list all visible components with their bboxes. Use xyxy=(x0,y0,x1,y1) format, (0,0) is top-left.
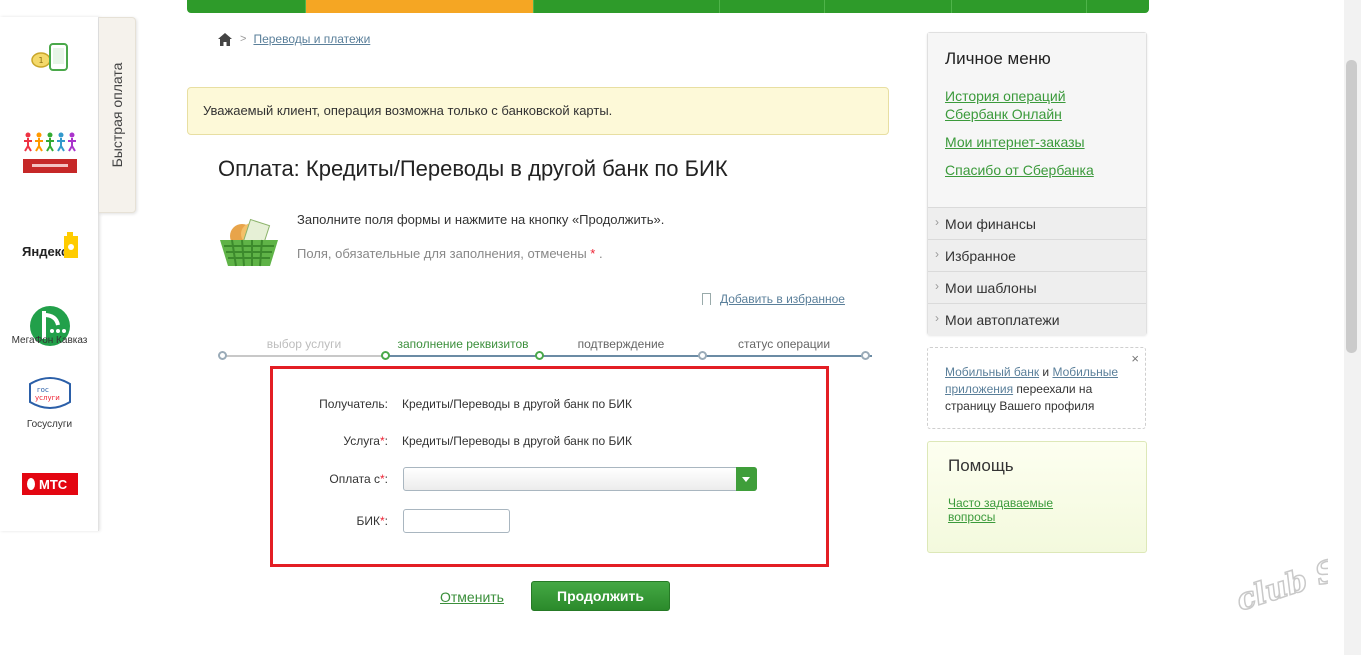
top-navigation-bar xyxy=(187,0,1149,13)
continue-button[interactable]: Продолжить xyxy=(531,581,670,611)
required-hint-text: Поля, обязательные для заполнения, отмеч… xyxy=(297,246,587,261)
step-label-2: заполнение реквизитов xyxy=(397,337,529,351)
step-line-2 xyxy=(385,355,872,357)
spasibo-link[interactable]: Спасибо от Сбербанка xyxy=(945,161,1094,179)
yandex-logo-icon: Яндекс xyxy=(22,232,78,259)
bik-label-colon: : xyxy=(384,514,388,528)
watermark-text: club Sovet xyxy=(1232,552,1328,616)
gosuslugi-logo-text-bottom: услуги xyxy=(35,394,60,402)
quick-pay-tab-label: Быстрая оплата xyxy=(109,62,125,168)
pay-from-select[interactable] xyxy=(403,467,757,491)
bookmark-icon xyxy=(702,293,711,305)
phone-payment-icon: 1 xyxy=(30,43,68,71)
internet-orders-link[interactable]: Мои интернет-заказы xyxy=(945,133,1085,151)
form-instruction: Заполните поля формы и нажмите на кнопку… xyxy=(297,212,665,227)
gosuslugi-logo-icon: гос услуги xyxy=(28,377,71,409)
watermark-logo: club Sovet xyxy=(1231,552,1328,616)
gosuslugi-item[interactable]: гос услуги xyxy=(0,374,99,414)
breadcrumb: > Переводы и платежи xyxy=(218,32,370,46)
podari-zhizn-item[interactable] xyxy=(0,129,99,179)
service-label-colon: : xyxy=(384,434,388,448)
mobile-bank-moved-note: × Мобильный банк и Мобильные приложения … xyxy=(927,347,1146,429)
svg-text:1: 1 xyxy=(38,56,43,65)
history-link[interactable]: История операций Сбербанк Онлайн xyxy=(945,87,1115,123)
help-title: Помощь xyxy=(948,456,1014,475)
nav-tab-7[interactable] xyxy=(1087,0,1149,13)
nav-tab-active[interactable] xyxy=(306,0,534,13)
nav-tab-5[interactable] xyxy=(825,0,952,13)
step-label-4: статус операции xyxy=(737,337,831,351)
menu-section-finances[interactable]: Мои финансы xyxy=(928,207,1146,239)
pay-from-label-colon: : xyxy=(384,472,388,486)
chevron-down-icon[interactable] xyxy=(736,467,757,491)
card-only-notice: Уважаемый клиент, операция возможна толь… xyxy=(187,87,889,135)
step-label-3: подтверждение xyxy=(577,337,665,351)
pay-from-label: Оплата с*: xyxy=(329,472,388,486)
breadcrumb-separator-icon: > xyxy=(240,33,247,45)
close-icon[interactable]: × xyxy=(1131,350,1139,367)
add-to-favorites[interactable]: Добавить в избранное xyxy=(702,292,845,306)
page-title: Оплата: Кредиты/Переводы в другой банк п… xyxy=(218,156,728,181)
yandex-item[interactable]: Яндекс xyxy=(0,230,99,266)
breadcrumb-link-payments[interactable]: Переводы и платежи xyxy=(253,32,370,46)
pay-from-label-text: Оплата с xyxy=(329,472,380,486)
step-line-1 xyxy=(223,355,385,357)
yandex-logo-text: Яндекс xyxy=(22,244,68,259)
gosuslugi-logo-text-top: гос xyxy=(37,386,49,394)
step-dot-3 xyxy=(698,351,707,360)
phone-payment-item[interactable]: 1 xyxy=(0,42,99,76)
megafon-label: МегаФон Кавказ xyxy=(11,335,88,346)
add-to-favorites-link[interactable]: Добавить в избранное xyxy=(720,292,845,306)
required-mark: * xyxy=(590,246,596,261)
scrollbar-thumb[interactable] xyxy=(1346,60,1357,353)
bik-label-text: БИК xyxy=(356,514,380,528)
required-fields-hint: Поля, обязательные для заполнения, отмеч… xyxy=(297,246,603,261)
mobile-bank-link[interactable]: Мобильный банк xyxy=(945,365,1039,379)
service-label: Услуга*: xyxy=(343,434,388,448)
basket-icon xyxy=(220,218,278,267)
recipient-label: Получатель: xyxy=(319,397,388,411)
nav-tab-6[interactable] xyxy=(952,0,1087,13)
bik-input[interactable] xyxy=(403,509,510,533)
note-and-text: и xyxy=(1039,365,1053,379)
service-value: Кредиты/Переводы в другой банк по БИК xyxy=(402,434,633,448)
help-panel: Помощь Часто задаваемые вопросы xyxy=(927,441,1147,553)
nav-tab-4[interactable] xyxy=(720,0,825,13)
progress-steps: выбор услуги заполнение реквизитов подтв… xyxy=(218,330,872,370)
step-dot-2 xyxy=(535,351,544,360)
personal-menu-title: Личное меню xyxy=(945,49,1051,68)
mts-logo-icon: МТС xyxy=(21,473,78,495)
required-hint-end: . xyxy=(598,246,603,261)
mts-logo-text: МТС xyxy=(39,477,68,492)
nav-tab-3[interactable] xyxy=(534,0,720,13)
menu-section-favorites[interactable]: Избранное xyxy=(928,239,1146,271)
step-dot-start xyxy=(218,351,227,360)
gosuslugi-label: Госуслуги xyxy=(26,419,73,430)
podari-zhizn-logo-icon xyxy=(22,132,77,173)
home-icon[interactable] xyxy=(218,32,232,46)
recipient-value: Кредиты/Переводы в другой банк по БИК xyxy=(402,397,633,411)
nav-tab-1[interactable] xyxy=(187,0,306,13)
menu-section-templates[interactable]: Мои шаблоны xyxy=(928,271,1146,303)
step-label-1: выбор услуги xyxy=(266,337,342,351)
mts-item[interactable]: МТС xyxy=(0,473,99,497)
menu-section-autopayments[interactable]: Мои автоплатежи xyxy=(928,303,1146,335)
cancel-link[interactable]: Отменить xyxy=(440,589,504,605)
quick-pay-panel: 1 Яндекс МегаФон Кавказ гос услуги Госус… xyxy=(0,17,99,531)
quick-pay-tab[interactable]: Быстрая оплата xyxy=(99,17,136,213)
step-dot-active xyxy=(381,351,390,360)
faq-link[interactable]: Часто задаваемые вопросы xyxy=(948,496,1068,524)
bik-label: БИК*: xyxy=(356,514,388,528)
step-dot-end xyxy=(861,351,870,360)
personal-menu: Личное меню История операций Сбербанк Он… xyxy=(927,32,1147,335)
service-label-text: Услуга xyxy=(343,434,380,448)
